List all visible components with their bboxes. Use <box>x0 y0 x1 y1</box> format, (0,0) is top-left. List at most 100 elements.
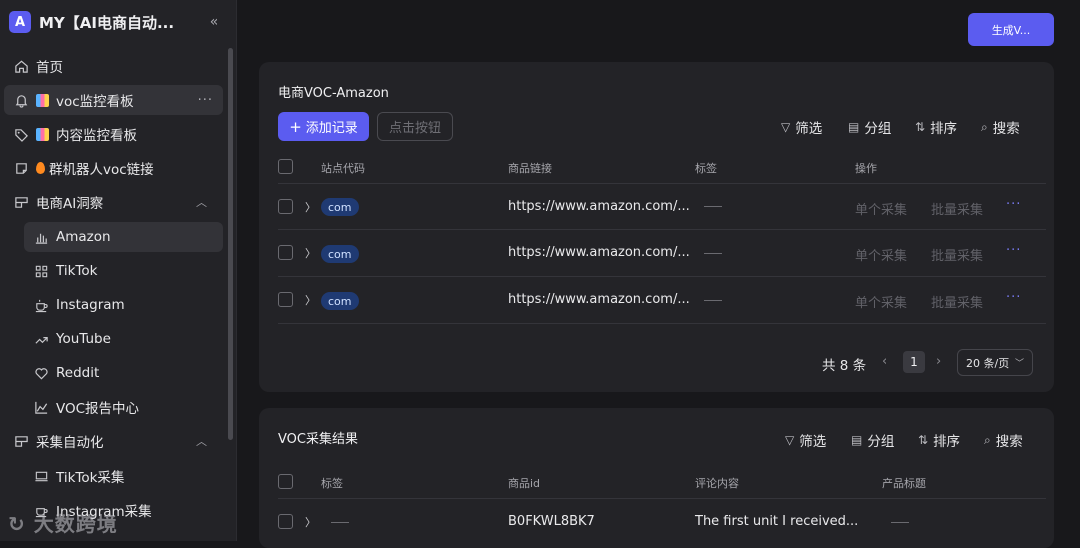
row-divider <box>278 276 1046 277</box>
chevron-up-icon[interactable]: ︿ <box>196 194 207 210</box>
search-icon: ⌕ <box>984 432 991 447</box>
chevron-up-icon[interactable]: ︿ <box>196 433 207 449</box>
sidebar-group-collect-automation[interactable]: 采集自动化 ︿ <box>8 426 223 456</box>
bar-chart-icon <box>32 228 50 246</box>
sidebar-item-tiktok-collect[interactable]: TikTok采集 <box>24 461 223 491</box>
click-button[interactable]: 点击按钮 <box>377 112 453 141</box>
site-code-tag: com <box>321 198 359 216</box>
sort-label: 排序 <box>933 434 961 450</box>
sidebar-item-reddit[interactable]: Reddit <box>24 358 223 388</box>
row-divider <box>278 229 1046 230</box>
row-checkbox[interactable] <box>278 199 293 214</box>
sidebar-item-amazon[interactable]: Amazon <box>24 222 223 252</box>
empty-tag <box>704 206 722 207</box>
sidebar-item-youtube[interactable]: YouTube <box>24 324 223 354</box>
amazon-voc-card: 电商VOC-Amazon + 添加记录 点击按钮 ▽ 筛选 ▤ 分组 ⇅ 排序 ⌕ 搜索… <box>259 62 1054 392</box>
area-chart-icon <box>32 398 50 416</box>
column-header[interactable]: 商品id <box>508 475 540 491</box>
single-collect-button[interactable]: 单个采集 <box>855 199 907 218</box>
comment-content: The first unit I received... <box>695 514 859 529</box>
product-link[interactable]: https://www.amazon.com/... <box>508 245 690 260</box>
sidebar-item-tiktok[interactable]: TikTok <box>24 256 223 286</box>
expand-icon[interactable]: 〉 <box>305 292 316 308</box>
single-collect-button[interactable]: 单个采集 <box>855 292 907 311</box>
current-page[interactable]: 1 <box>903 351 925 373</box>
watermark: ↻ 大数跨境 <box>8 508 118 537</box>
prev-page-icon[interactable]: ‹ <box>882 354 887 369</box>
sort-label: 排序 <box>930 121 958 137</box>
product-link[interactable]: https://www.amazon.com/... <box>508 292 690 307</box>
group-label: 分组 <box>867 434 895 450</box>
sidebar-group-ai-insight[interactable]: 电商AI洞察 ︿ <box>8 187 223 217</box>
search-label: 搜索 <box>992 121 1020 137</box>
collapse-sidebar-icon[interactable]: « <box>204 14 224 30</box>
sidebar-item-label: Instagram <box>56 297 125 313</box>
sidebar-item-voc-dashboard[interactable]: voc监控看板 ··· <box>4 85 223 115</box>
page-size-select[interactable]: 20 条/页 ﹀ <box>957 349 1033 376</box>
row-more-icon[interactable]: ··· <box>1006 243 1021 258</box>
sidebar-item-label: Amazon <box>56 229 111 245</box>
sort-button[interactable]: ⇅ 排序 <box>915 117 957 137</box>
group-button[interactable]: ▤ 分组 <box>851 430 894 450</box>
generate-button[interactable]: 生成V... <box>968 13 1054 46</box>
search-icon: ⌕ <box>981 119 988 134</box>
expand-icon[interactable]: 〉 <box>305 199 316 215</box>
group-button[interactable]: ▤ 分组 <box>848 117 891 137</box>
sidebar-scrollbar[interactable] <box>228 48 233 440</box>
product-link[interactable]: https://www.amazon.com/... <box>508 199 690 214</box>
expand-icon[interactable]: 〉 <box>305 514 316 530</box>
filter-button[interactable]: ▽ 筛选 <box>785 430 826 450</box>
column-header[interactable]: 操作 <box>855 160 877 176</box>
sidebar-item-label: voc监控看板 <box>56 94 134 110</box>
row-checkbox[interactable] <box>278 514 293 529</box>
next-page-icon[interactable]: › <box>936 354 941 369</box>
add-record-button[interactable]: + 添加记录 <box>278 112 369 141</box>
sidebar-item-label: YouTube <box>56 331 111 347</box>
column-header[interactable]: 产品标题 <box>882 475 926 491</box>
column-header[interactable]: 站点代码 <box>321 160 365 176</box>
select-all-checkbox[interactable] <box>278 159 293 174</box>
sidebar-item-label: VOC报告中心 <box>56 401 140 417</box>
sidebar-item-label: Reddit <box>56 365 100 381</box>
sidebar-item-home[interactable]: 首页 <box>8 51 223 81</box>
row-more-icon[interactable]: ··· <box>1006 290 1021 305</box>
product-id: B0FKWL8BK7 <box>508 514 595 529</box>
single-collect-button[interactable]: 单个采集 <box>855 245 907 264</box>
row-more-icon[interactable]: ··· <box>1006 197 1021 212</box>
sidebar-item-content-dashboard[interactable]: 内容监控看板 <box>8 119 223 149</box>
app-logo[interactable]: A <box>9 11 31 33</box>
more-icon[interactable]: ··· <box>198 93 213 108</box>
batch-collect-button[interactable]: 批量采集 <box>931 292 983 311</box>
watermark-logo-icon: ↻ <box>8 512 34 536</box>
filter-label: 筛选 <box>799 434 827 450</box>
batch-collect-button[interactable]: 批量采集 <box>931 199 983 218</box>
sidebar-item-bot-voc-link[interactable]: 群机器人voc链接 <box>8 153 223 183</box>
search-button[interactable]: ⌕ 搜索 <box>981 117 1020 138</box>
heart-icon <box>32 364 50 382</box>
add-record-label: 添加记录 <box>305 121 358 136</box>
batch-collect-button[interactable]: 批量采集 <box>931 245 983 264</box>
app-title[interactable]: MY【AI电商自动... <box>39 12 204 33</box>
site-code-tag: com <box>321 245 359 263</box>
page-size-label: 20 条/页 <box>966 356 1010 370</box>
search-label: 搜索 <box>995 434 1023 450</box>
row-checkbox[interactable] <box>278 245 293 260</box>
cup-icon <box>32 296 50 314</box>
filter-button[interactable]: ▽ 筛选 <box>781 117 822 137</box>
sort-icon: ⇅ <box>915 120 926 134</box>
sidebar-item-instagram[interactable]: Instagram <box>24 290 223 320</box>
column-header[interactable]: 商品链接 <box>508 160 552 176</box>
select-all-checkbox[interactable] <box>278 474 293 489</box>
plus-icon: + <box>289 117 302 136</box>
expand-icon[interactable]: 〉 <box>305 245 316 261</box>
column-header[interactable]: 标签 <box>695 160 717 176</box>
column-header[interactable]: 标签 <box>321 475 343 491</box>
sidebar-item-voc-report[interactable]: VOC报告中心 <box>24 392 223 422</box>
column-header[interactable]: 评论内容 <box>695 475 739 491</box>
group-icon: ▤ <box>851 433 863 447</box>
row-checkbox[interactable] <box>278 292 293 307</box>
empty-tag <box>704 300 722 301</box>
search-button[interactable]: ⌕ 搜索 <box>984 430 1023 451</box>
sort-button[interactable]: ⇅ 排序 <box>918 430 960 450</box>
voc-results-card: VOC采集结果 ▽ 筛选 ▤ 分组 ⇅ 排序 ⌕ 搜索 标签 商品id 评论内容 产品标… <box>259 408 1054 548</box>
